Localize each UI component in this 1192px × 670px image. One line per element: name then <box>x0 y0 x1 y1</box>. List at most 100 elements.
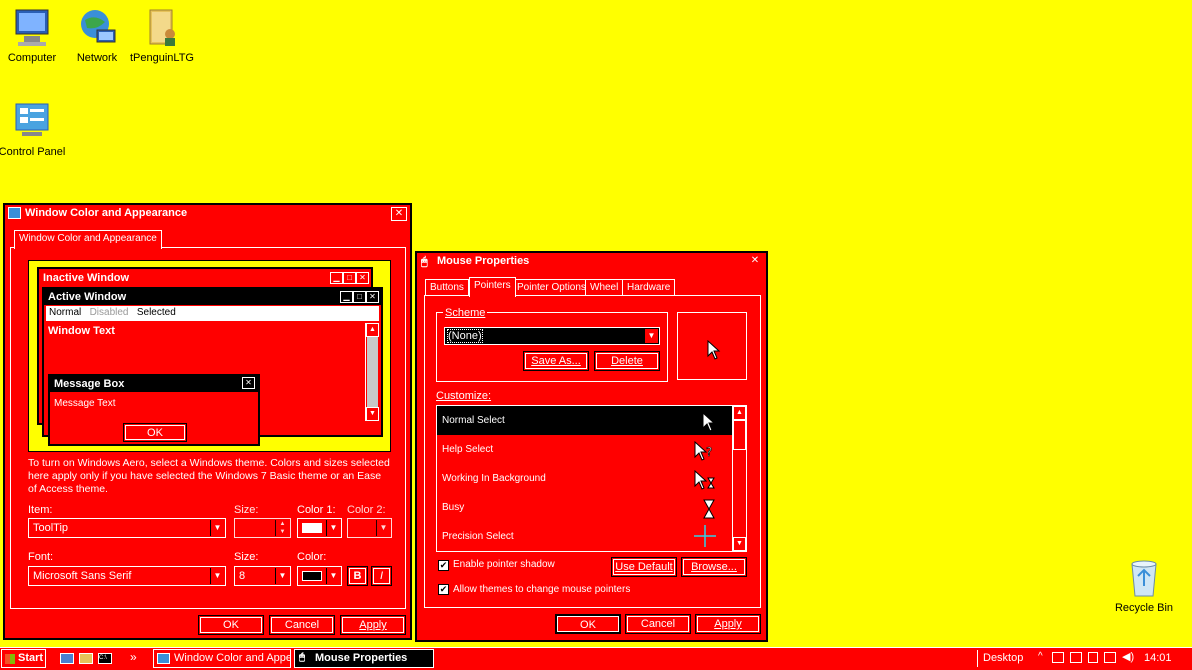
list-item[interactable]: Busy <box>437 493 732 522</box>
scroll-down-icon: ▼ <box>366 407 379 421</box>
preview-inactive-title: Inactive Window <box>43 272 130 284</box>
customize-label: Customize: <box>436 390 492 402</box>
quicklaunch-overflow[interactable]: » <box>130 650 137 664</box>
pointer-list-scrollbar[interactable]: ▲ ▼ <box>732 406 746 551</box>
taskbar-item-appearance[interactable]: Window Color and Appea... <box>153 649 291 668</box>
mouse-title: Mouse Properties <box>437 255 530 267</box>
scroll-thumb <box>733 420 746 450</box>
list-item[interactable]: Normal Select <box>437 406 732 435</box>
chevron-down-icon: ▼ <box>326 568 340 584</box>
volume-icon[interactable]: ◀) <box>1122 650 1134 663</box>
pointer-name: Busy <box>442 502 465 513</box>
scheme-value: (None) <box>447 329 483 343</box>
item-label: Item: <box>28 504 53 516</box>
network-globe-icon <box>75 6 119 50</box>
list-item[interactable]: Working In Background <box>437 464 732 493</box>
computer-icon <box>10 6 54 50</box>
explorer-icon[interactable] <box>79 653 93 664</box>
desktop-icon-control-panel[interactable]: Control Panel <box>0 100 70 158</box>
crosshair-cursor-icon <box>694 525 716 547</box>
mouse-apply-button[interactable]: Apply <box>695 614 761 634</box>
preview-message-box: Message Box ✕ Message Text OK <box>48 374 260 446</box>
appearance-title: Window Color and Appearance <box>25 207 188 219</box>
user-folder-icon <box>140 6 184 50</box>
network-icon[interactable] <box>1104 652 1116 663</box>
desktop-icon-recycle-bin[interactable]: Recycle Bin <box>1106 556 1182 614</box>
scheme-group <box>436 312 668 382</box>
font-dropdown[interactable]: Microsoft Sans Serif ▼ <box>28 566 226 586</box>
preview-inactive-controls: ▁ □ ✕ <box>330 271 369 284</box>
close-icon[interactable]: ✕ <box>747 255 763 269</box>
tab-pointer-options[interactable]: Pointer Options <box>512 279 591 296</box>
mouse-titlebar[interactable]: 🖱 Mouse Properties ✕ <box>417 253 766 271</box>
tray-chevron-up-icon[interactable]: ^ <box>1038 651 1043 662</box>
taskbar-item-mouse[interactable]: 🖱 Mouse Properties <box>294 649 434 668</box>
msgbox-ok-button[interactable]: OK <box>123 423 187 442</box>
mouse-cancel-button[interactable]: Cancel <box>625 614 691 634</box>
italic-button[interactable]: I <box>371 566 392 586</box>
list-item[interactable]: Help Select ? <box>437 435 732 464</box>
svg-text:?: ? <box>706 445 712 459</box>
spin-icon: ▲ ▼ <box>275 520 289 536</box>
arrow-cursor-icon <box>707 340 721 360</box>
font-size-dropdown[interactable]: 8 ▼ <box>234 566 291 586</box>
delete-button[interactable]: Delete <box>594 351 660 371</box>
font-color-picker[interactable]: ▼ <box>297 566 342 586</box>
bold-button[interactable]: B <box>347 566 368 586</box>
msgbox-text: Message Text <box>54 398 116 409</box>
item-size-stepper[interactable]: ▲ ▼ <box>234 518 291 538</box>
scheme-dropdown[interactable]: (None) ▼ <box>444 327 660 345</box>
font-value: Microsoft Sans Serif <box>33 570 132 582</box>
preview-active-controls: ▁ □ ✕ <box>340 290 379 303</box>
tab-label: Window Color and Appearance <box>19 233 157 244</box>
pointer-list[interactable]: Normal Select Help Select ? Working In B… <box>436 405 747 552</box>
tab-window-color[interactable]: Window Color and Appearance <box>14 230 162 249</box>
appearance-titlebar[interactable]: Window Color and Appearance ✕ <box>5 205 410 223</box>
start-button[interactable]: Start <box>1 649 46 668</box>
item-value: ToolTip <box>33 522 69 534</box>
control-panel-icon <box>10 100 54 144</box>
enable-shadow-label: Enable pointer shadow <box>453 559 555 570</box>
appearance-window-icon <box>8 207 21 219</box>
appearance-cancel-button[interactable]: Cancel <box>269 615 335 635</box>
use-default-button[interactable]: Use Default <box>611 557 677 577</box>
appearance-window-icon <box>157 653 170 664</box>
clock[interactable]: 14:01 <box>1144 652 1172 664</box>
recycle-bin-icon <box>1122 556 1166 600</box>
color2-picker[interactable]: ▼ <box>347 518 392 538</box>
mouse-ok-button[interactable]: OK <box>555 614 621 634</box>
chevron-down-icon: ▼ <box>210 520 224 536</box>
usb-icon[interactable] <box>1088 652 1098 663</box>
browse-button[interactable]: Browse... <box>681 557 747 577</box>
mouse-icon: 🖱 <box>299 652 305 663</box>
desktop-icon-user-folder[interactable]: tPenguinLTG <box>124 6 200 64</box>
command-prompt-icon[interactable]: C:\ <box>98 653 112 664</box>
preview-menubar: Normal Disabled Selected <box>46 306 379 321</box>
flag-icon[interactable] <box>1052 652 1064 663</box>
item-dropdown[interactable]: ToolTip ▼ <box>28 518 226 538</box>
tab-hardware[interactable]: Hardware <box>622 279 676 296</box>
tab-wheel[interactable]: Wheel <box>585 279 624 296</box>
close-icon: ✕ <box>242 377 255 389</box>
close-icon[interactable]: ✕ <box>391 207 407 221</box>
appearance-ok-button[interactable]: OK <box>198 615 264 635</box>
font-size-label: Size: <box>234 551 259 563</box>
font-color-label: Color: <box>297 551 327 563</box>
msgbox-title: Message Box <box>54 378 125 390</box>
help-cursor-icon: ? <box>694 441 713 461</box>
aero-info-text: To turn on Windows Aero, select a Window… <box>28 457 390 495</box>
tab-pointers[interactable]: Pointers <box>469 277 516 297</box>
tab-buttons[interactable]: Buttons <box>425 279 469 296</box>
taskbar-item-label: Window Color and Appea... <box>174 652 291 664</box>
appearance-apply-button[interactable]: Apply <box>340 615 406 635</box>
show-desktop-icon[interactable] <box>60 653 74 664</box>
enable-shadow-checkbox[interactable]: ✔ <box>438 560 449 571</box>
list-item[interactable]: Precision Select <box>437 522 732 551</box>
save-as-button[interactable]: Save As... <box>523 351 589 371</box>
keyboard-icon[interactable] <box>1070 652 1082 663</box>
scroll-up-icon: ▲ <box>733 406 746 420</box>
color1-picker[interactable]: ▼ <box>297 518 342 538</box>
desktop-toolbar-label[interactable]: Desktop <box>983 652 1023 664</box>
allow-themes-checkbox[interactable]: ✔ <box>438 584 449 595</box>
scroll-thumb <box>367 337 378 407</box>
